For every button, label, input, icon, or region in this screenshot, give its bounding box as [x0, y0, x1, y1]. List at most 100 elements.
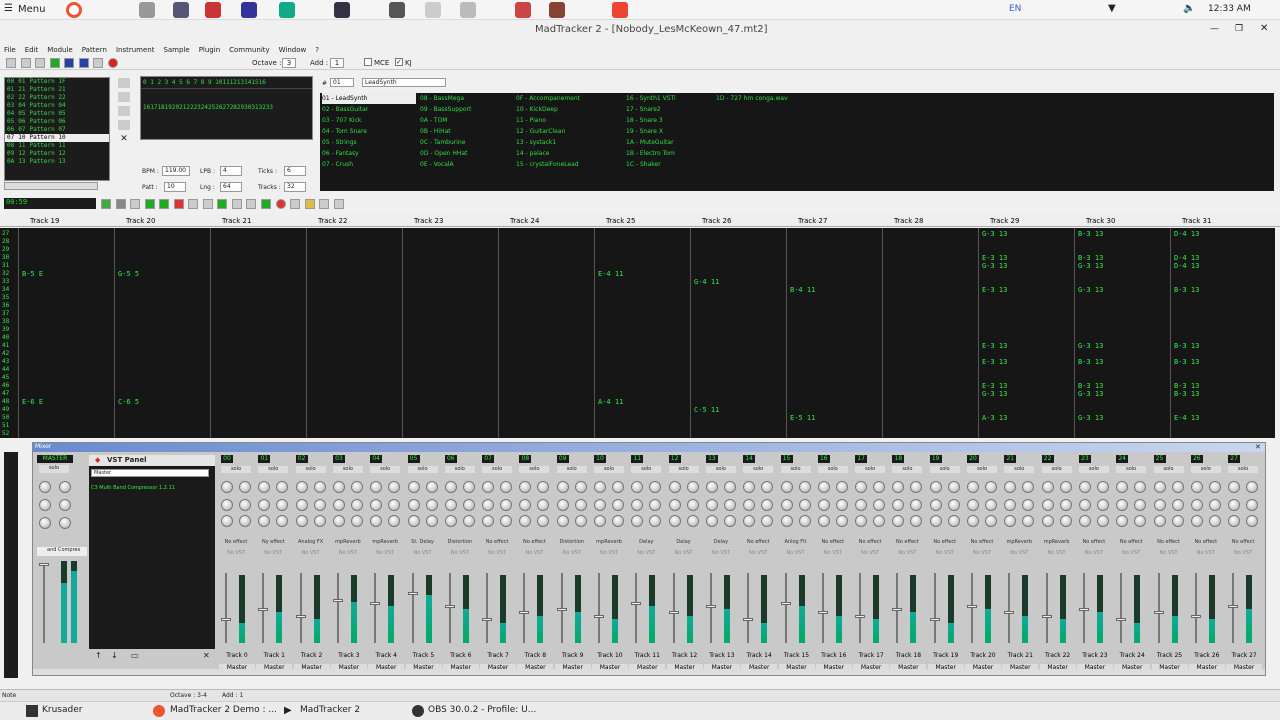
channel-knob-6[interactable]: [947, 515, 960, 527]
channel-knob-1[interactable]: [370, 481, 383, 493]
note-cell[interactable]: C-5 11: [694, 406, 719, 414]
channel-knob-1[interactable]: [929, 481, 942, 493]
order-list[interactable]: 0 1 2 3 4 5 6 7 8 9 10111213141516 16171…: [140, 76, 313, 140]
menu-icon[interactable]: ☰: [4, 3, 13, 14]
note-cell[interactable]: E-3 13: [982, 382, 1007, 390]
instrument-item[interactable]: 17 - Snare2: [626, 104, 716, 115]
channel-knob-2[interactable]: [649, 481, 662, 493]
paste-icon[interactable]: [118, 106, 130, 116]
track-header[interactable]: Track 24: [510, 217, 539, 225]
solo-button[interactable]: solo: [1116, 466, 1147, 473]
channel-knob-1[interactable]: [743, 481, 756, 493]
channel-fader[interactable]: [855, 573, 866, 643]
channel-knob-3[interactable]: [556, 499, 569, 511]
note-cell[interactable]: B-5 E: [22, 270, 43, 278]
channel-knob-3[interactable]: [743, 499, 756, 511]
note-cell[interactable]: A-3 13: [982, 414, 1007, 422]
channel-knob-6[interactable]: [350, 515, 363, 527]
channel-fader[interactable]: [1116, 573, 1127, 643]
vst-slot[interactable]: No VST: [1189, 550, 1223, 556]
audio-icon[interactable]: [389, 2, 405, 18]
instrument-item[interactable]: 1B - Electro Tom: [626, 148, 716, 159]
effect-slot[interactable]: No effect: [480, 539, 514, 545]
note-cell[interactable]: G-5 5: [118, 270, 139, 278]
channel-knob-1[interactable]: [780, 481, 793, 493]
note-cell[interactable]: E-4 11: [598, 270, 623, 278]
channel-knob-6[interactable]: [1059, 515, 1072, 527]
channel-knob-6[interactable]: [873, 515, 886, 527]
pattern-list-item[interactable]: 06 07 Pattern 07: [5, 126, 109, 134]
solo-button[interactable]: solo: [332, 466, 363, 473]
track-header[interactable]: Track 22: [318, 217, 347, 225]
vst-slot[interactable]: No VST: [219, 550, 253, 556]
channel-knob-4[interactable]: [612, 499, 624, 511]
channel-knob-5[interactable]: [1004, 515, 1017, 527]
channel-knob-4[interactable]: [1134, 499, 1147, 511]
instrument-item[interactable]: 12 - GuitarClean: [516, 126, 626, 137]
channel-knob-4[interactable]: [574, 499, 587, 511]
wifi-icon[interactable]: ▼: [1108, 3, 1116, 14]
record-pattern-icon[interactable]: [275, 199, 286, 209]
solo-button[interactable]: solo: [1190, 466, 1221, 473]
chrome-icon[interactable]: [66, 2, 82, 18]
channel-knob-6[interactable]: [910, 515, 923, 527]
effect-slot[interactable]: No effect: [1114, 539, 1148, 545]
solo-button[interactable]: solo: [929, 466, 960, 473]
track-header[interactable]: Track 29: [990, 217, 1019, 225]
solo-button[interactable]: solo: [780, 466, 811, 473]
effect-slot[interactable]: mpReverb: [1002, 539, 1036, 545]
effect-slot[interactable]: St. Delay: [406, 539, 440, 545]
blank-icon[interactable]: [290, 199, 301, 209]
channel-knob-5[interactable]: [705, 515, 718, 527]
note-cell[interactable]: B-3 13: [1174, 382, 1199, 390]
channel-knob-1[interactable]: [519, 481, 532, 493]
channel-knob-6[interactable]: [313, 515, 326, 527]
channel-knob-6[interactable]: [835, 515, 848, 527]
channel-knob-2[interactable]: [313, 481, 326, 493]
channel-knob-6[interactable]: [649, 515, 662, 527]
channel-knob-4[interactable]: [350, 499, 363, 511]
new-icon[interactable]: [6, 58, 16, 68]
effect-slot[interactable]: Distortion: [443, 539, 477, 545]
channel-knob-4[interactable]: [686, 499, 699, 511]
channel-knob-1[interactable]: [817, 481, 830, 493]
pattern-list-item[interactable]: 01 21 Pattern 21: [5, 86, 109, 94]
channel-knob-5[interactable]: [1116, 515, 1129, 527]
editor-icon[interactable]: [279, 2, 295, 18]
ticks-field[interactable]: 6: [284, 166, 306, 176]
pattern-list-item[interactable]: 02 22 Pattern 22: [5, 94, 109, 102]
channel-knob-3[interactable]: [482, 499, 495, 511]
channel-knob-1[interactable]: [1116, 481, 1129, 493]
instrument-item[interactable]: 1A - MuteGuitar: [626, 137, 716, 148]
channel-knob-1[interactable]: [1228, 481, 1241, 493]
pattern-list-item[interactable]: 05 06 Pattern 06: [5, 118, 109, 126]
menu-item[interactable]: Plugin: [199, 46, 220, 54]
solo-button[interactable]: solo: [370, 466, 401, 473]
effect-slot[interactable]: Delay: [629, 539, 663, 545]
vst-slot[interactable]: No VST: [965, 550, 999, 556]
instrument-item[interactable]: 0C - Tamburine: [420, 137, 514, 148]
lpb-field[interactable]: 4: [220, 166, 242, 176]
master-plugin-slot[interactable]: and Compres: [37, 547, 87, 556]
channel-knob-5[interactable]: [967, 515, 979, 527]
channel-knob-5[interactable]: [221, 515, 233, 527]
channel-knob-4[interactable]: [761, 499, 774, 511]
channel-knob-4[interactable]: [910, 499, 923, 511]
channel-knob-2[interactable]: [425, 481, 438, 493]
channel-knob-5[interactable]: [556, 515, 569, 527]
grid-icon[interactable]: [217, 199, 228, 209]
channel-knob-2[interactable]: [1096, 481, 1109, 493]
channel-knob-6[interactable]: [574, 515, 587, 527]
channel-knob-4[interactable]: [1171, 499, 1184, 511]
vst-slot[interactable]: No VST: [928, 550, 962, 556]
channel-knob-5[interactable]: [594, 515, 606, 527]
channel-knob-5[interactable]: [780, 515, 793, 527]
note-cell[interactable]: B-3 13: [1174, 286, 1199, 294]
channel-fader[interactable]: [705, 573, 716, 643]
effect-slot[interactable]: Delay: [704, 539, 738, 545]
solo-button[interactable]: solo: [1004, 466, 1035, 473]
channel-knob-4[interactable]: [239, 499, 251, 511]
vst-slot[interactable]: No VST: [629, 550, 663, 556]
files-icon[interactable]: [139, 2, 155, 18]
vst-slot[interactable]: No VST: [667, 550, 701, 556]
